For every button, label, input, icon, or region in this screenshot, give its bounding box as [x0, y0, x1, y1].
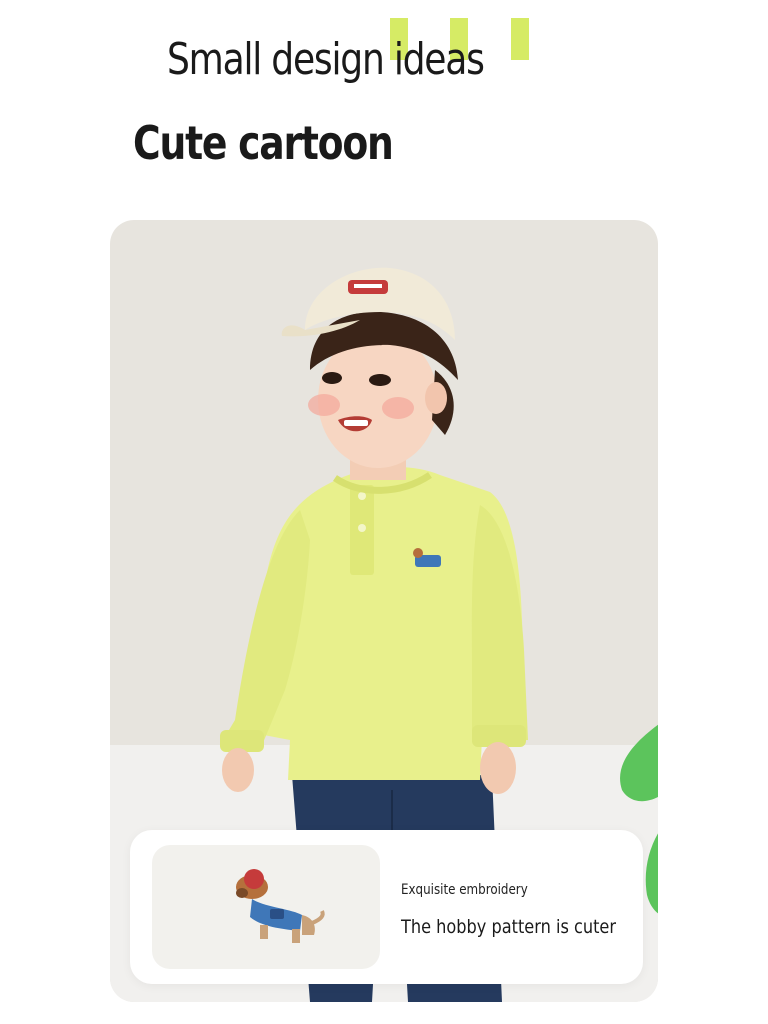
info-card: Exquisite embroidery The hobby pattern i… [130, 830, 643, 984]
subheadline: Cute cartoon [133, 116, 394, 170]
embroidered-dog-icon [236, 869, 325, 943]
info-label: Exquisite embroidery [401, 882, 528, 898]
embroidery-closeup [152, 845, 380, 969]
info-text: The hobby pattern is cuter [401, 916, 617, 938]
headline: Small design ideas [167, 34, 485, 85]
accent-bar-3 [511, 18, 529, 60]
